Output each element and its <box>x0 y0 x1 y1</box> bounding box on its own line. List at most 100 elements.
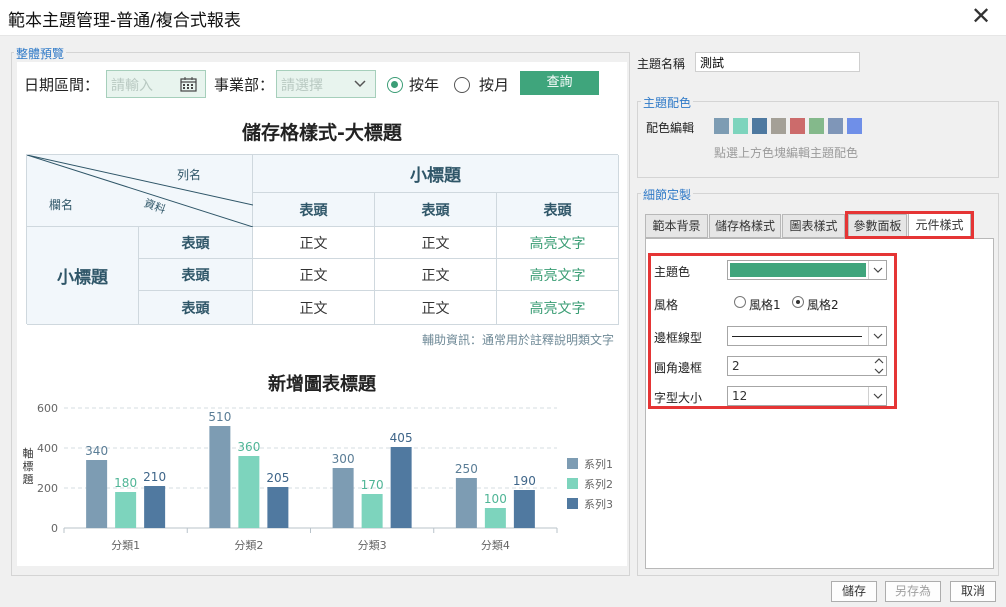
highlight-box-tabs <box>845 211 974 239</box>
theme-color-legend: 主題配色 <box>641 94 694 111</box>
date-range-label: 日期區間： <box>24 76 100 94</box>
legend-swatch <box>567 458 578 469</box>
department-select[interactable]: 請選擇 <box>276 70 376 98</box>
bar-value-label: 405 <box>390 431 413 445</box>
tab-cell-style[interactable]: 儲存格樣式 <box>709 214 781 238</box>
table-cell: 正文 <box>375 227 497 259</box>
table-cell: 正文 <box>253 259 375 291</box>
chevron-down-icon <box>354 80 366 88</box>
palette-swatch[interactable] <box>733 118 748 134</box>
bar-value-label: 180 <box>114 476 137 490</box>
y-tick-label: 200 <box>37 482 58 495</box>
preview-table: 列名 資料 欄名 小標題 表頭 表頭 表頭 小標題 表頭 正文 正文 高亮文字 … <box>26 154 619 325</box>
row-group-title: 小標題 <box>27 227 139 325</box>
theme-name-label: 主題名稱 <box>637 57 686 71</box>
bar <box>455 478 477 528</box>
bar <box>361 494 383 528</box>
x-tick-label: 分類4 <box>481 539 510 552</box>
bar-value-label: 205 <box>266 471 289 485</box>
corner-diagonal-lines <box>27 155 253 227</box>
palette-swatch[interactable] <box>752 118 767 134</box>
table-cell-highlight: 高亮文字 <box>497 259 619 291</box>
bar-value-label: 510 <box>208 410 231 424</box>
palette-swatch[interactable] <box>828 118 843 134</box>
x-tick-label: 分類3 <box>358 539 387 552</box>
bar-value-label: 210 <box>143 470 166 484</box>
bar-value-label: 300 <box>332 452 355 466</box>
legend-label: 系列1 <box>584 457 613 471</box>
row-header-1: 表頭 <box>139 227 253 259</box>
table-cell: 正文 <box>253 227 375 259</box>
date-range-placeholder: 請輸入 <box>111 78 153 94</box>
x-tick-label: 分類2 <box>234 539 263 552</box>
preview-legend: 整體預覽 <box>14 45 67 62</box>
detail-legend: 細節定製 <box>641 186 694 203</box>
legend-label: 系列2 <box>584 477 613 491</box>
window-title: 範本主題管理-普通/複合式報表 <box>8 11 241 31</box>
highlight-box-form <box>648 253 897 409</box>
tab-chart-style[interactable]: 圖表樣式 <box>782 214 845 238</box>
department-placeholder: 請選擇 <box>281 78 323 94</box>
corner-col-label: 列名 <box>177 168 202 182</box>
y-tick-label: 600 <box>37 402 58 415</box>
y-tick-label: 400 <box>37 442 58 455</box>
table-cell: 正文 <box>375 259 497 291</box>
theme-name-input[interactable] <box>695 52 860 72</box>
close-icon[interactable]: ✕ <box>968 4 994 30</box>
department-label: 事業部： <box>214 76 275 94</box>
radio-by-month-label: 按月 <box>479 76 510 94</box>
table-title: 儲存格樣式-大標題 <box>242 122 402 144</box>
bar <box>86 460 108 528</box>
table-cell-highlight: 高亮文字 <box>497 291 619 325</box>
color-hint: 點選上方色塊編輯主題配色 <box>714 146 859 160</box>
bar-value-label: 170 <box>361 478 384 492</box>
palette-swatch[interactable] <box>847 118 862 134</box>
row-header-3: 表頭 <box>139 291 253 325</box>
bar <box>144 486 166 528</box>
row-header-2: 表頭 <box>139 259 253 291</box>
radio-by-year-label: 按年 <box>409 76 440 94</box>
table-cell: 正文 <box>253 291 375 325</box>
col-header-2: 表頭 <box>375 193 497 227</box>
legend-label: 系列3 <box>584 497 613 511</box>
query-button[interactable]: 查詢 <box>520 71 599 95</box>
bar <box>332 468 354 528</box>
theme-color-group <box>637 101 999 178</box>
calendar-icon <box>180 77 197 92</box>
bar <box>209 426 231 528</box>
palette-swatch[interactable] <box>809 118 824 134</box>
y-tick-label: 0 <box>51 522 58 535</box>
bar-value-label: 340 <box>85 444 108 458</box>
table-cell: 正文 <box>375 291 497 325</box>
bar-value-label: 190 <box>513 474 536 488</box>
palette-swatch[interactable] <box>790 118 805 134</box>
col-group-title: 小標題 <box>253 155 619 193</box>
bar <box>513 490 535 528</box>
x-tick-label: 分類1 <box>111 539 140 552</box>
bar <box>390 447 412 528</box>
col-header-1: 表頭 <box>253 193 375 227</box>
col-header-3: 表頭 <box>497 193 619 227</box>
bar-value-label: 250 <box>455 462 478 476</box>
bar <box>267 487 289 528</box>
table-note: 輔助資訊：通常用於註釋說明類文字 <box>421 333 614 347</box>
table-corner-cell: 列名 資料 欄名 <box>27 155 253 227</box>
save-button[interactable]: 儲存 <box>831 581 877 602</box>
corner-row-label: 欄名 <box>49 198 74 212</box>
bar <box>115 492 137 528</box>
palette-swatch[interactable] <box>771 118 786 134</box>
palette-swatch[interactable] <box>714 118 729 134</box>
radio-by-year[interactable] <box>387 77 403 93</box>
bar <box>484 508 506 528</box>
color-edit-label: 配色編輯 <box>646 121 695 135</box>
tab-template-background[interactable]: 範本背景 <box>645 214 708 238</box>
radio-by-month[interactable] <box>454 77 470 93</box>
chart-title: 新增圖表標題 <box>268 374 376 395</box>
legend-swatch <box>567 498 578 509</box>
cancel-button[interactable]: 取消 <box>950 581 996 602</box>
date-range-input[interactable]: 請輸入 <box>106 70 206 98</box>
bar-chart: 0 200 400 600 分類1 340 180 210 分類2 510 360 205 分類3 300… <box>37 402 613 552</box>
table-cell-highlight: 高亮文字 <box>497 227 619 259</box>
save-as-button[interactable]: 另存為 <box>885 581 941 602</box>
legend-swatch <box>567 478 578 489</box>
